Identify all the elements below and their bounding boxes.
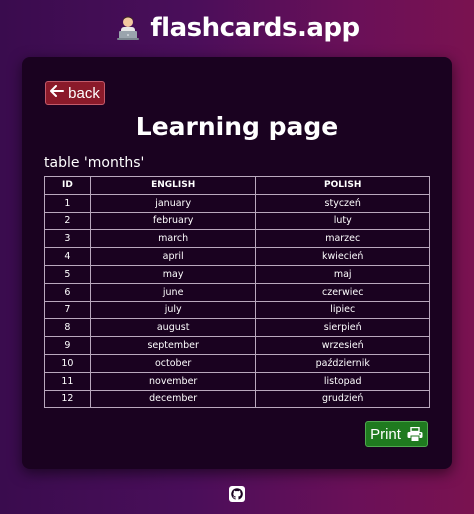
table-row: 4 april kwiecień	[44, 247, 430, 266]
cell-id: 12	[44, 389, 91, 409]
printer-icon	[407, 426, 423, 442]
print-button[interactable]: Print	[365, 421, 428, 447]
app-title[interactable]: flashcards.app	[150, 13, 360, 43]
cell-english: july	[89, 300, 257, 320]
cell-id: 1	[44, 193, 91, 213]
table-row: 11 november listopad	[44, 371, 430, 391]
table-row: 10 october październik	[44, 353, 430, 373]
person-at-laptop-icon	[114, 14, 142, 42]
table-row: 7 july lipiec	[44, 300, 430, 320]
cell-polish: marzec	[255, 229, 430, 249]
cell-id: 11	[44, 371, 91, 391]
cell-english: december	[89, 389, 257, 409]
cell-english: april	[89, 247, 257, 266]
cell-polish: luty	[255, 211, 430, 231]
cell-polish: październik	[255, 353, 430, 373]
github-icon[interactable]	[229, 486, 245, 502]
table-row: 2 february luty	[44, 211, 430, 231]
table-row: 12 december grudzień	[44, 389, 430, 409]
cell-id: 10	[44, 353, 91, 373]
table-body: 1 january styczeń 2 february luty 3 march marzec…	[44, 193, 430, 409]
cell-id: 3	[44, 229, 91, 249]
back-button[interactable]: back	[45, 81, 105, 105]
months-table: ID ENGLISH POLISH 1 january styczeń 2 februa…	[44, 176, 430, 409]
back-button-label: back	[68, 84, 100, 102]
cell-polish: sierpień	[255, 318, 430, 338]
table-row: 6 june czerwiec	[44, 282, 430, 302]
cell-id: 9	[44, 336, 91, 355]
cell-polish: listopad	[255, 371, 430, 391]
app-header: flashcards.app	[0, 10, 474, 46]
cell-polish: czerwiec	[255, 282, 430, 302]
cell-id: 6	[44, 282, 91, 302]
cell-english: may	[89, 264, 257, 284]
table-row: 9 september wrzesień	[44, 336, 430, 355]
cell-polish: lipiec	[255, 300, 430, 320]
cell-english: october	[89, 353, 257, 373]
cell-id: 4	[44, 247, 91, 266]
column-header-english: ENGLISH	[89, 176, 257, 195]
cell-english: september	[89, 336, 257, 355]
page-title: Learning page	[135, 112, 339, 141]
arrow-left-icon	[50, 85, 65, 101]
table-row: 8 august sierpień	[44, 318, 430, 338]
print-button-label: Print	[370, 425, 401, 443]
learning-card: back Learning page table 'months' ID ENG…	[22, 57, 452, 469]
cell-id: 5	[44, 264, 91, 284]
column-header-id: ID	[44, 176, 91, 195]
cell-english: february	[89, 211, 257, 231]
cell-id: 8	[44, 318, 91, 338]
cell-english: august	[89, 318, 257, 338]
cell-polish: maj	[255, 264, 430, 284]
table-caption: table 'months'	[44, 155, 145, 171]
column-header-polish: POLISH	[255, 176, 430, 195]
cell-english: june	[89, 282, 257, 302]
cell-id: 2	[44, 211, 91, 231]
table-header-row: ID ENGLISH POLISH	[44, 176, 430, 195]
cell-english: november	[89, 371, 257, 391]
cell-polish: wrzesień	[255, 336, 430, 355]
cell-english: january	[89, 193, 257, 213]
table-row: 3 march marzec	[44, 229, 430, 249]
table-row: 5 may maj	[44, 264, 430, 284]
cell-polish: grudzień	[255, 389, 430, 409]
cell-id: 7	[44, 300, 91, 320]
cell-english: march	[89, 229, 257, 249]
cell-polish: kwiecień	[255, 247, 430, 266]
cell-polish: styczeń	[255, 193, 430, 213]
table-row: 1 january styczeń	[44, 193, 430, 213]
